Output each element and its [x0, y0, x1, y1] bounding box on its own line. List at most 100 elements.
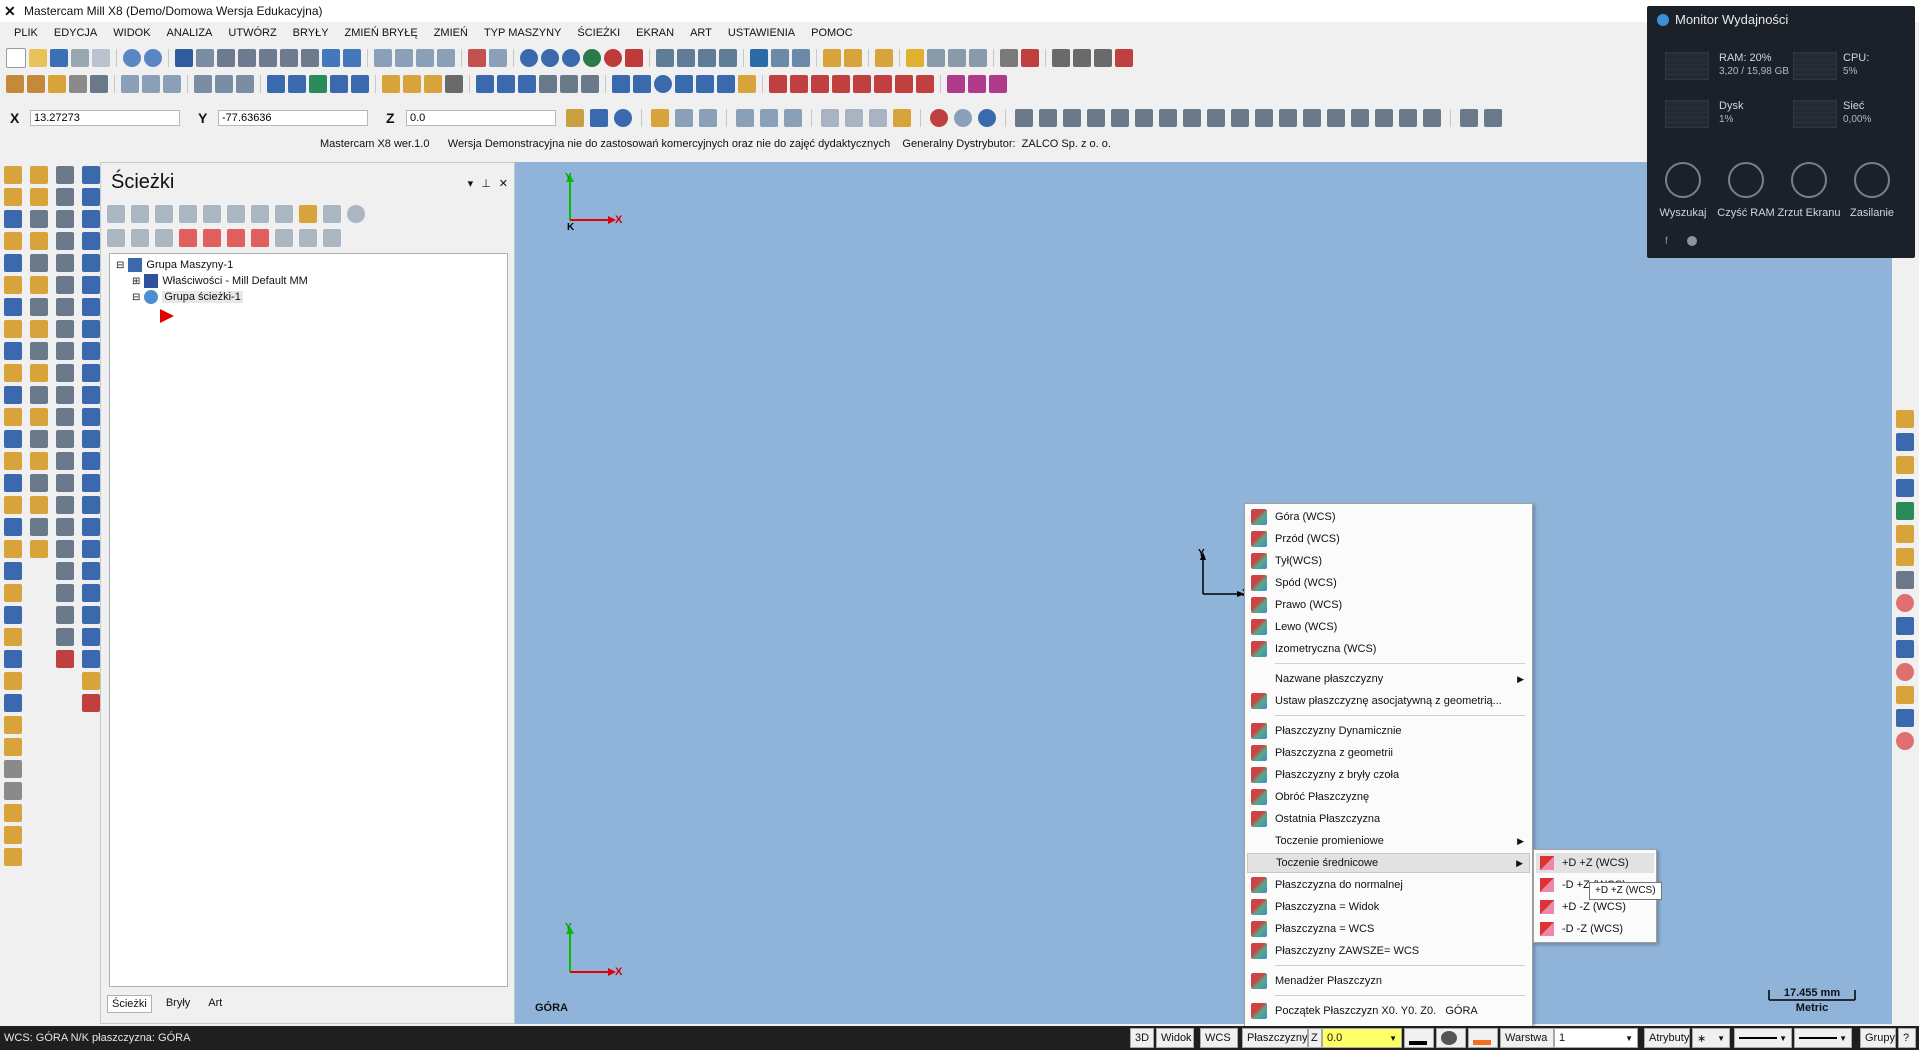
menu-item-associative-plane[interactable]: Ustaw płaszczyznę asocjatywną z geometri… — [1247, 691, 1530, 711]
view-iso-icon[interactable] — [437, 49, 455, 67]
menu-item-radial-turning[interactable]: Toczenie promieniowe ▶ — [1247, 831, 1530, 851]
toolpath-1-icon[interactable] — [1052, 49, 1070, 67]
print-icon[interactable] — [71, 49, 89, 67]
offset-icon[interactable] — [874, 75, 892, 93]
menu-item-diameter-turning[interactable]: Toczenie średnicowe ▶ — [1247, 853, 1530, 873]
right-tool-1-icon[interactable] — [1896, 410, 1914, 428]
tab-sciezki[interactable]: Ścieżki — [107, 995, 152, 1013]
right-tool-6-icon[interactable] — [1896, 525, 1914, 543]
toolpath-4-icon[interactable] — [1115, 49, 1133, 67]
left3-tool-13-icon[interactable] — [56, 430, 74, 448]
help-icon[interactable] — [614, 109, 632, 127]
left4-tool-5-icon[interactable] — [82, 254, 100, 272]
fit-icon[interactable] — [175, 49, 193, 67]
panel-icon[interactable] — [581, 75, 599, 93]
left-tool-20-icon[interactable] — [4, 584, 22, 602]
left2-tool-12-icon[interactable] — [30, 408, 48, 426]
autocursor-14-icon[interactable] — [1327, 109, 1345, 127]
redo-icon[interactable] — [144, 49, 162, 67]
window-select-icon[interactable] — [736, 109, 754, 127]
expand-toggle-icon[interactable]: ⊞ — [132, 276, 140, 287]
z-depth-field[interactable]: 0.0 ▼ — [1322, 1028, 1402, 1048]
menu-art[interactable]: ART — [682, 27, 720, 39]
left-tool-26-icon[interactable] — [4, 716, 22, 734]
tree-node-machine-group[interactable]: ⊟ Grupa Maszyny-1 — [116, 258, 233, 272]
pan-icon[interactable] — [322, 49, 340, 67]
left-tool-9-icon[interactable] — [4, 342, 22, 360]
left-tool-25-icon[interactable] — [4, 694, 22, 712]
left-tool-13-icon[interactable] — [4, 430, 22, 448]
left-tool-23-icon[interactable] — [4, 650, 22, 668]
left4-tool-17-icon[interactable] — [82, 518, 100, 536]
menu-ekran[interactable]: EKRAN — [628, 27, 682, 39]
lock-icon[interactable] — [69, 75, 87, 93]
display-icon[interactable] — [989, 75, 1007, 93]
z-dropdown-icon[interactable]: ▼ — [1389, 1034, 1397, 1043]
left-tool-7-icon[interactable] — [4, 298, 22, 316]
left-tool-31-icon[interactable] — [4, 826, 22, 844]
fillet-icon[interactable] — [895, 75, 913, 93]
point-icon[interactable] — [612, 75, 630, 93]
tree-node-properties[interactable]: ⊞ Właściwości - Mill Default MM — [132, 274, 308, 288]
left2-tool-5-icon[interactable] — [30, 254, 48, 272]
shading-icon[interactable] — [541, 49, 559, 67]
left4-tool-12-icon[interactable] — [82, 408, 100, 426]
right-tool-5-icon[interactable] — [1896, 502, 1914, 520]
right-tool-4-icon[interactable] — [1896, 479, 1914, 497]
point-style-dropdown[interactable]: ∗ ▼ — [1692, 1028, 1730, 1048]
analyze-chain-icon[interactable] — [719, 49, 737, 67]
left4-tool-18-icon[interactable] — [82, 540, 100, 558]
move-down-icon[interactable] — [179, 229, 197, 247]
toolpath-3-icon[interactable] — [1094, 49, 1112, 67]
left2-tool-8-icon[interactable] — [30, 320, 48, 338]
left3-tool-5-icon[interactable] — [56, 254, 74, 272]
menu-ustawienia[interactable]: USTAWIENIA — [720, 27, 803, 39]
left2-tool-1-icon[interactable] — [30, 166, 48, 184]
extend-icon[interactable] — [853, 75, 871, 93]
collapse-toggle-icon[interactable]: ⊟ — [116, 260, 124, 271]
left-tool-11-icon[interactable] — [4, 386, 22, 404]
left3-tool-21-icon[interactable] — [56, 606, 74, 624]
left2-tool-2-icon[interactable] — [30, 188, 48, 206]
view-top-icon[interactable] — [374, 49, 392, 67]
autocursor-1-icon[interactable] — [1015, 109, 1033, 127]
left4-tool-15-icon[interactable] — [82, 474, 100, 492]
submenu-item-md-mz[interactable]: -D -Z (WCS) — [1536, 919, 1654, 939]
verify-ops-icon[interactable] — [227, 205, 245, 223]
left3-tool-14-icon[interactable] — [56, 452, 74, 470]
help-ops-icon[interactable] — [347, 205, 365, 223]
rotate-icon[interactable] — [343, 49, 361, 67]
left4-tool-8-icon[interactable] — [82, 320, 100, 338]
tab-art[interactable]: Art — [204, 995, 226, 1013]
menu-item-left-wcs[interactable]: Lewo (WCS) — [1247, 617, 1530, 637]
menu-utworz[interactable]: UTWÓRZ — [220, 27, 284, 39]
right-tool-12-icon[interactable] — [1896, 663, 1914, 681]
fill-swatch-icon[interactable] — [1436, 1028, 1466, 1048]
menu-plik[interactable]: PLIK — [6, 27, 46, 39]
expand-icon[interactable] — [323, 229, 341, 247]
left4-tool-2-icon[interactable] — [82, 188, 100, 206]
cylinder-icon[interactable] — [738, 75, 756, 93]
view-button[interactable]: Widok — [1156, 1028, 1194, 1048]
menu-zmien-bryle[interactable]: ZMIEŃ BRYŁĘ — [337, 27, 426, 39]
collapse-toggle-2-icon[interactable]: ⊟ — [132, 292, 140, 303]
layer-field[interactable]: 1 ▼ — [1554, 1028, 1638, 1048]
left4-tool-11-icon[interactable] — [82, 386, 100, 404]
submenu-item-pd-pz[interactable]: +D +Z (WCS) — [1536, 853, 1654, 873]
left3-tool-10-icon[interactable] — [56, 364, 74, 382]
left2-tool-11-icon[interactable] — [30, 386, 48, 404]
left2-tool-15-icon[interactable] — [30, 474, 48, 492]
facebook-icon[interactable]: f — [1665, 236, 1668, 247]
left4-tool-1-icon[interactable] — [82, 166, 100, 184]
select-all-ops-icon[interactable] — [107, 205, 125, 223]
chamfer-icon[interactable] — [916, 75, 934, 93]
autocursor-18-icon[interactable] — [1423, 109, 1441, 127]
menu-item-dynamic-planes[interactable]: Płaszczyzny Dynamicznie — [1247, 721, 1530, 741]
mirror-icon[interactable] — [330, 75, 348, 93]
right-tool-10-icon[interactable] — [1896, 617, 1914, 635]
tree-node-toolpath-group[interactable]: ⊟ Grupa ścieżki-1 — [132, 290, 243, 304]
left-tool-8-icon[interactable] — [4, 320, 22, 338]
left4-tool-13-icon[interactable] — [82, 430, 100, 448]
pattern-icon[interactable] — [1000, 49, 1018, 67]
left4-tool-23-icon[interactable] — [82, 650, 100, 668]
